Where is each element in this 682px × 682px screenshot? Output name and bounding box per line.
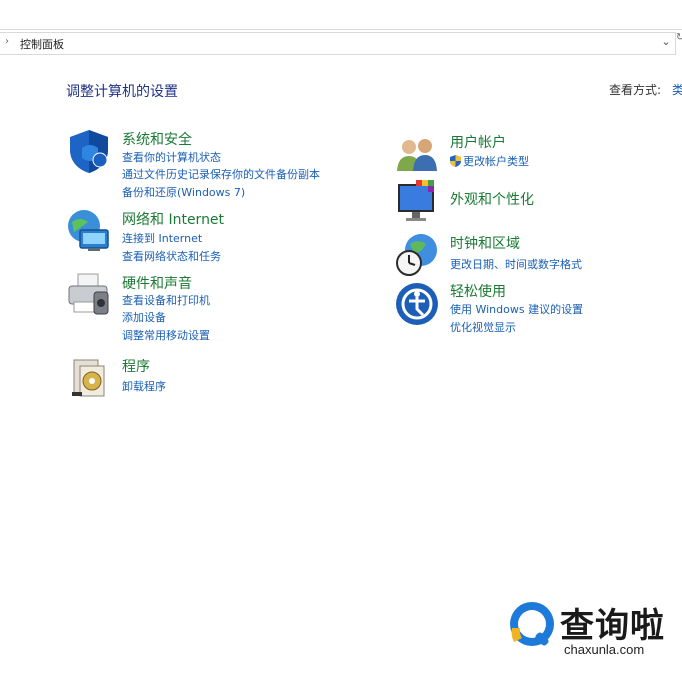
uac-shield-icon xyxy=(450,155,461,167)
users-icon xyxy=(397,139,437,171)
address-bar[interactable]: › 控制面板 ⌄ xyxy=(0,32,676,55)
chevron-down-icon[interactable]: ⌄ xyxy=(659,35,673,48)
link-label: 更改帐户类型 xyxy=(463,155,529,168)
breadcrumb-chevron-icon[interactable]: › xyxy=(5,36,9,47)
link-mobility-settings[interactable]: 调整常用移动设置 xyxy=(122,327,210,343)
watermark-logo-icon xyxy=(510,602,554,646)
category-title[interactable]: 程序 xyxy=(122,356,150,376)
refresh-icon[interactable]: ↻ xyxy=(676,32,682,55)
link-file-history-backup[interactable]: 通过文件历史记录保存你的文件备份副本 xyxy=(122,166,320,182)
address-path[interactable]: 控制面板 xyxy=(20,36,64,52)
view-by-label: 查看方式: xyxy=(609,83,662,97)
category-title[interactable]: 硬件和声音 xyxy=(122,273,192,293)
watermark-text: 查询啦 xyxy=(560,606,665,646)
category-title[interactable]: 轻松使用 xyxy=(450,281,506,301)
category-title[interactable]: 时钟和区域 xyxy=(450,233,520,253)
printer-icon xyxy=(68,273,109,315)
link-backup-restore[interactable]: 备份和还原(Windows 7) xyxy=(122,184,245,200)
category-title[interactable]: 外观和个性化 xyxy=(450,189,534,209)
category-title[interactable]: 网络和 Internet xyxy=(122,209,224,229)
link-connect-internet[interactable]: 连接到 Internet xyxy=(122,230,202,246)
view-by-dropdown[interactable]: 类别 xyxy=(672,81,682,98)
window-top-strip xyxy=(0,0,682,30)
link-change-account-type[interactable]: 更改帐户类型 xyxy=(450,153,529,169)
link-add-device[interactable]: 添加设备 xyxy=(122,309,166,325)
link-optimize-visual-display[interactable]: 优化视觉显示 xyxy=(450,319,516,335)
link-view-computer-status[interactable]: 查看你的计算机状态 xyxy=(122,149,221,165)
watermark-url: chaxunla.com xyxy=(564,642,645,657)
ease-of-access-icon xyxy=(396,283,438,325)
link-uninstall-program[interactable]: 卸载程序 xyxy=(122,378,166,394)
category-title[interactable]: 系统和安全 xyxy=(122,129,192,149)
watermark: 查询啦 chaxunla.com xyxy=(506,598,676,662)
network-icon xyxy=(68,210,109,251)
link-network-status[interactable]: 查看网络状态和任务 xyxy=(122,248,221,264)
category-title[interactable]: 用户帐户 xyxy=(450,132,506,152)
clock-globe-icon xyxy=(396,234,437,276)
shield-icon xyxy=(70,130,108,173)
page-title: 调整计算机的设置 xyxy=(66,84,178,100)
link-windows-recommended-settings[interactable]: 使用 Windows 建议的设置 xyxy=(450,301,583,317)
link-devices-printers[interactable]: 查看设备和打印机 xyxy=(122,292,210,308)
display-icon xyxy=(398,180,434,221)
link-change-date-time[interactable]: 更改日期、时间或数字格式 xyxy=(450,256,582,272)
programs-icon xyxy=(72,359,105,397)
